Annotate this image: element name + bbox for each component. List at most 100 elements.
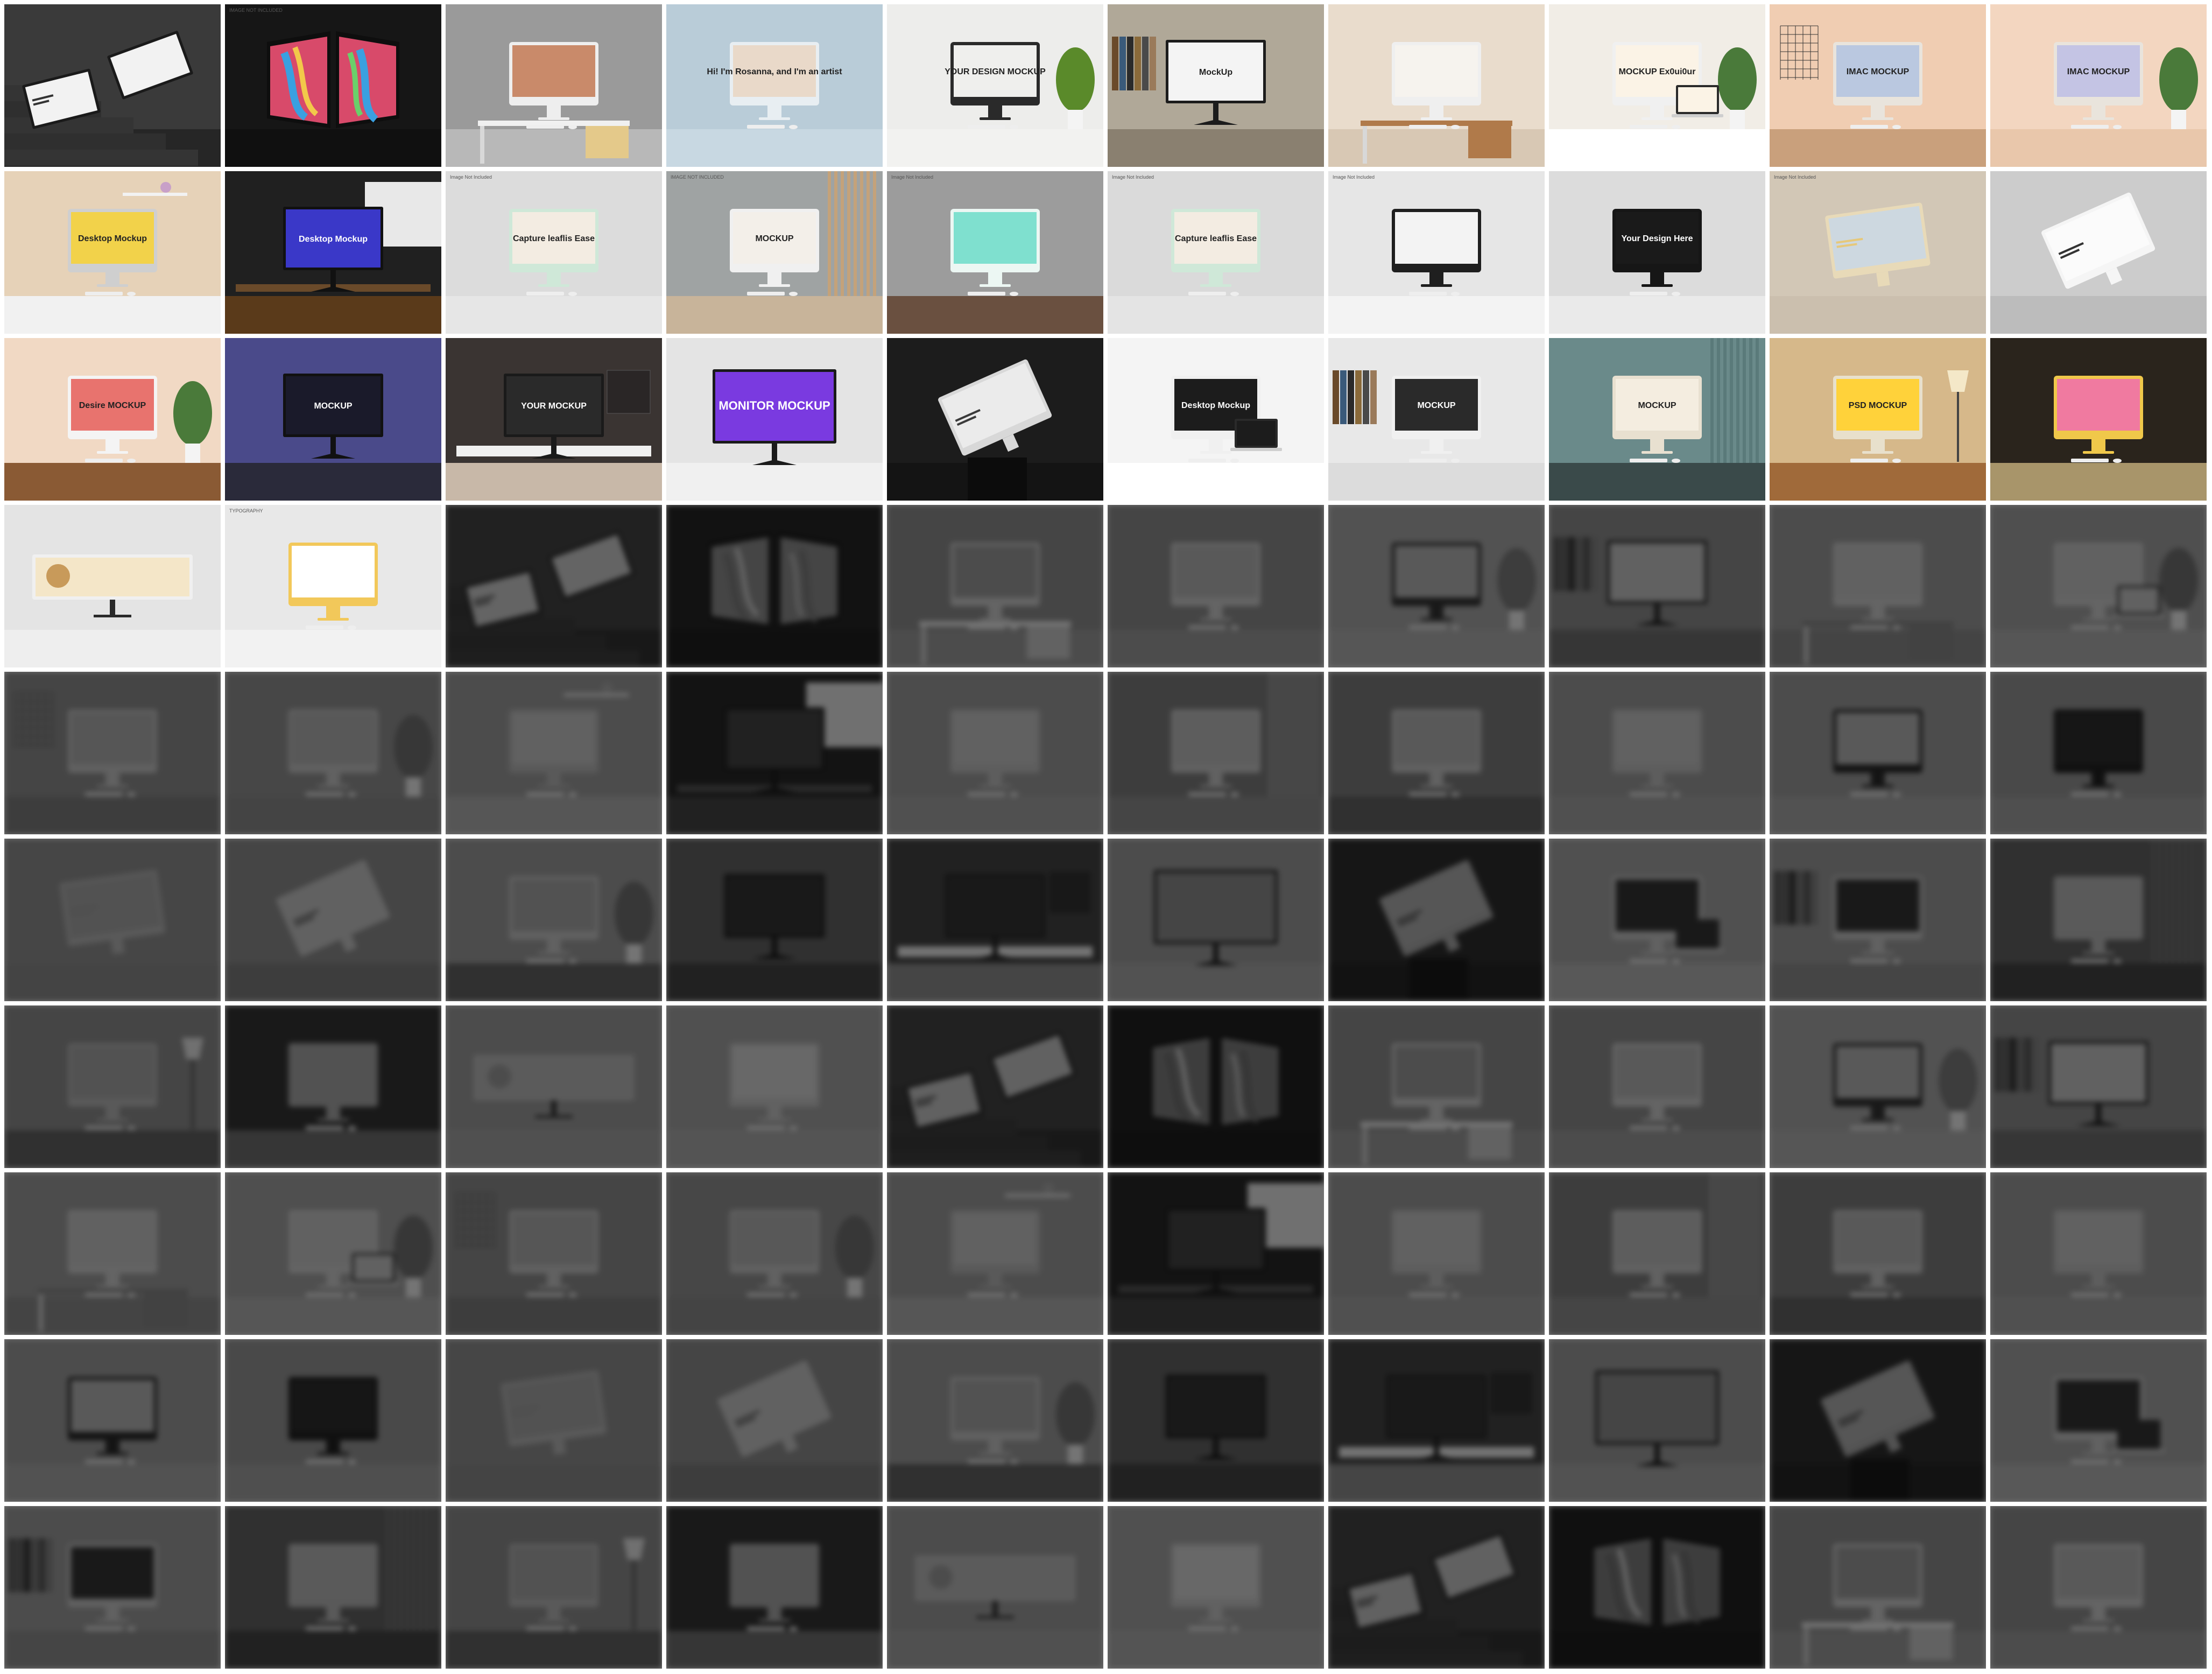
mockup-thumbnail[interactable] (666, 505, 883, 667)
mockup-thumbnail[interactable] (225, 1172, 441, 1335)
mockup-thumbnail[interactable] (1990, 1506, 2207, 1669)
mockup-thumbnail[interactable] (666, 1172, 883, 1335)
mockup-thumbnail[interactable] (1549, 1005, 1765, 1168)
mockup-thumbnail[interactable]: MOCKUP Ex0ui0ur (1549, 4, 1765, 167)
mockup-thumbnail[interactable] (1108, 1172, 1324, 1335)
mockup-thumbnail[interactable] (1108, 672, 1324, 834)
mockup-thumbnail[interactable] (1108, 1339, 1324, 1502)
mockup-thumbnail[interactable] (4, 1506, 221, 1669)
mockup-thumbnail[interactable] (1108, 505, 1324, 667)
mockup-thumbnail[interactable] (1549, 672, 1765, 834)
mockup-thumbnail[interactable] (1770, 1172, 1986, 1335)
mockup-thumbnail[interactable] (225, 672, 441, 834)
mockup-thumbnail[interactable] (1770, 839, 1986, 1001)
mockup-thumbnail[interactable]: Desire MOCKUP (4, 338, 221, 501)
mockup-thumbnail[interactable] (666, 672, 883, 834)
mockup-thumbnail[interactable] (666, 839, 883, 1001)
mockup-thumbnail[interactable] (1549, 505, 1765, 667)
mockup-thumbnail[interactable]: IMAGE NOT INCLUDED (225, 4, 441, 167)
mockup-thumbnail[interactable] (1770, 1339, 1986, 1502)
mockup-thumbnail[interactable]: Desktop Mockup (225, 171, 441, 334)
mockup-thumbnail[interactable]: Desktop Mockup (1108, 338, 1324, 501)
mockup-thumbnail[interactable]: YOUR MOCKUP (446, 338, 662, 501)
mockup-thumbnail[interactable] (4, 1339, 221, 1502)
mockup-thumbnail[interactable] (1328, 839, 1545, 1001)
mockup-thumbnail[interactable] (446, 1172, 662, 1335)
mockup-thumbnail[interactable]: MONITOR MOCKUP (666, 338, 883, 501)
mockup-thumbnail[interactable]: MOCKUP (1549, 338, 1765, 501)
mockup-thumbnail[interactable] (4, 1172, 221, 1335)
mockup-thumbnail[interactable] (1990, 505, 2207, 667)
mockup-thumbnail[interactable] (1549, 839, 1765, 1001)
mockup-thumbnail[interactable]: MockUp (1108, 4, 1324, 167)
mockup-thumbnail[interactable]: Image Not Included (887, 171, 1103, 334)
mockup-thumbnail[interactable] (4, 839, 221, 1001)
mockup-thumbnail[interactable] (1328, 1506, 1545, 1669)
mockup-thumbnail[interactable] (887, 1339, 1103, 1502)
mockup-thumbnail[interactable] (1990, 672, 2207, 834)
mockup-thumbnail[interactable] (4, 4, 221, 167)
mockup-thumbnail[interactable]: Capture leaflis Ease Image Not Included (1108, 171, 1324, 334)
mockup-thumbnail[interactable] (1108, 839, 1324, 1001)
mockup-thumbnail[interactable] (887, 505, 1103, 667)
mockup-thumbnail[interactable]: MOCKUP (225, 338, 441, 501)
mockup-thumbnail[interactable] (1770, 672, 1986, 834)
mockup-thumbnail[interactable] (1328, 1172, 1545, 1335)
mockup-thumbnail[interactable] (446, 839, 662, 1001)
mockup-thumbnail[interactable] (1770, 1005, 1986, 1168)
mockup-thumbnail[interactable] (225, 839, 441, 1001)
mockup-thumbnail[interactable] (1549, 1172, 1765, 1335)
mockup-thumbnail[interactable] (1108, 1506, 1324, 1669)
mockup-thumbnail[interactable] (446, 1506, 662, 1669)
mockup-thumbnail[interactable]: Desktop Mockup (4, 171, 221, 334)
mockup-thumbnail[interactable] (4, 505, 221, 667)
mockup-thumbnail[interactable] (1328, 672, 1545, 834)
mockup-thumbnail[interactable] (887, 839, 1103, 1001)
mockup-thumbnail[interactable] (1990, 1339, 2207, 1502)
mockup-thumbnail[interactable] (225, 1339, 441, 1502)
mockup-thumbnail[interactable] (1770, 505, 1986, 667)
mockup-thumbnail[interactable] (1328, 1005, 1545, 1168)
mockup-thumbnail[interactable]: IMAC MOCKUP (1770, 4, 1986, 167)
mockup-thumbnail[interactable]: Image Not Included (1328, 171, 1545, 334)
mockup-thumbnail[interactable] (1990, 338, 2207, 501)
mockup-thumbnail[interactable] (887, 1172, 1103, 1335)
mockup-thumbnail[interactable]: MOCKUP (1328, 338, 1545, 501)
mockup-thumbnail[interactable] (887, 338, 1103, 501)
mockup-thumbnail[interactable] (4, 1005, 221, 1168)
mockup-thumbnail[interactable] (666, 1005, 883, 1168)
mockup-thumbnail[interactable] (4, 672, 221, 834)
mockup-thumbnail[interactable] (1328, 1339, 1545, 1502)
mockup-thumbnail[interactable] (1990, 1172, 2207, 1335)
mockup-thumbnail[interactable]: MOCKUP IMAGE NOT INCLUDED (666, 171, 883, 334)
mockup-thumbnail[interactable] (1770, 1506, 1986, 1669)
mockup-thumbnail[interactable]: IMAC MOCKUP (1990, 4, 2207, 167)
mockup-thumbnail[interactable] (446, 4, 662, 167)
mockup-thumbnail[interactable] (887, 672, 1103, 834)
mockup-thumbnail[interactable] (446, 672, 662, 834)
mockup-thumbnail[interactable] (887, 1005, 1103, 1168)
mockup-thumbnail[interactable]: PSD MOCKUP (1770, 338, 1986, 501)
mockup-thumbnail[interactable] (1108, 1005, 1324, 1168)
mockup-thumbnail[interactable] (1328, 505, 1545, 667)
mockup-thumbnail[interactable] (1990, 839, 2207, 1001)
mockup-thumbnail[interactable] (1990, 1005, 2207, 1168)
mockup-thumbnail[interactable]: Your Design Here (1549, 171, 1765, 334)
mockup-thumbnail[interactable] (666, 1506, 883, 1669)
mockup-thumbnail[interactable] (1549, 1339, 1765, 1502)
mockup-thumbnail[interactable] (225, 1506, 441, 1669)
mockup-thumbnail[interactable] (1549, 1506, 1765, 1669)
mockup-thumbnail[interactable] (666, 1339, 883, 1502)
mockup-thumbnail[interactable]: Image Not Included (1770, 171, 1986, 334)
mockup-thumbnail[interactable]: Hi! I'm Rosanna, and I'm an artist (666, 4, 883, 167)
mockup-thumbnail[interactable]: YOUR DESIGN MOCKUP (887, 4, 1103, 167)
mockup-thumbnail[interactable] (446, 505, 662, 667)
mockup-thumbnail[interactable] (446, 1339, 662, 1502)
mockup-thumbnail[interactable] (446, 1005, 662, 1168)
mockup-thumbnail[interactable]: TYPOGRAPHY (225, 505, 441, 667)
mockup-thumbnail[interactable] (887, 1506, 1103, 1669)
mockup-thumbnail[interactable] (1328, 4, 1545, 167)
mockup-thumbnail[interactable] (1990, 171, 2207, 334)
mockup-thumbnail[interactable]: Capture leaflis Ease Image Not Included (446, 171, 662, 334)
mockup-thumbnail[interactable] (225, 1005, 441, 1168)
